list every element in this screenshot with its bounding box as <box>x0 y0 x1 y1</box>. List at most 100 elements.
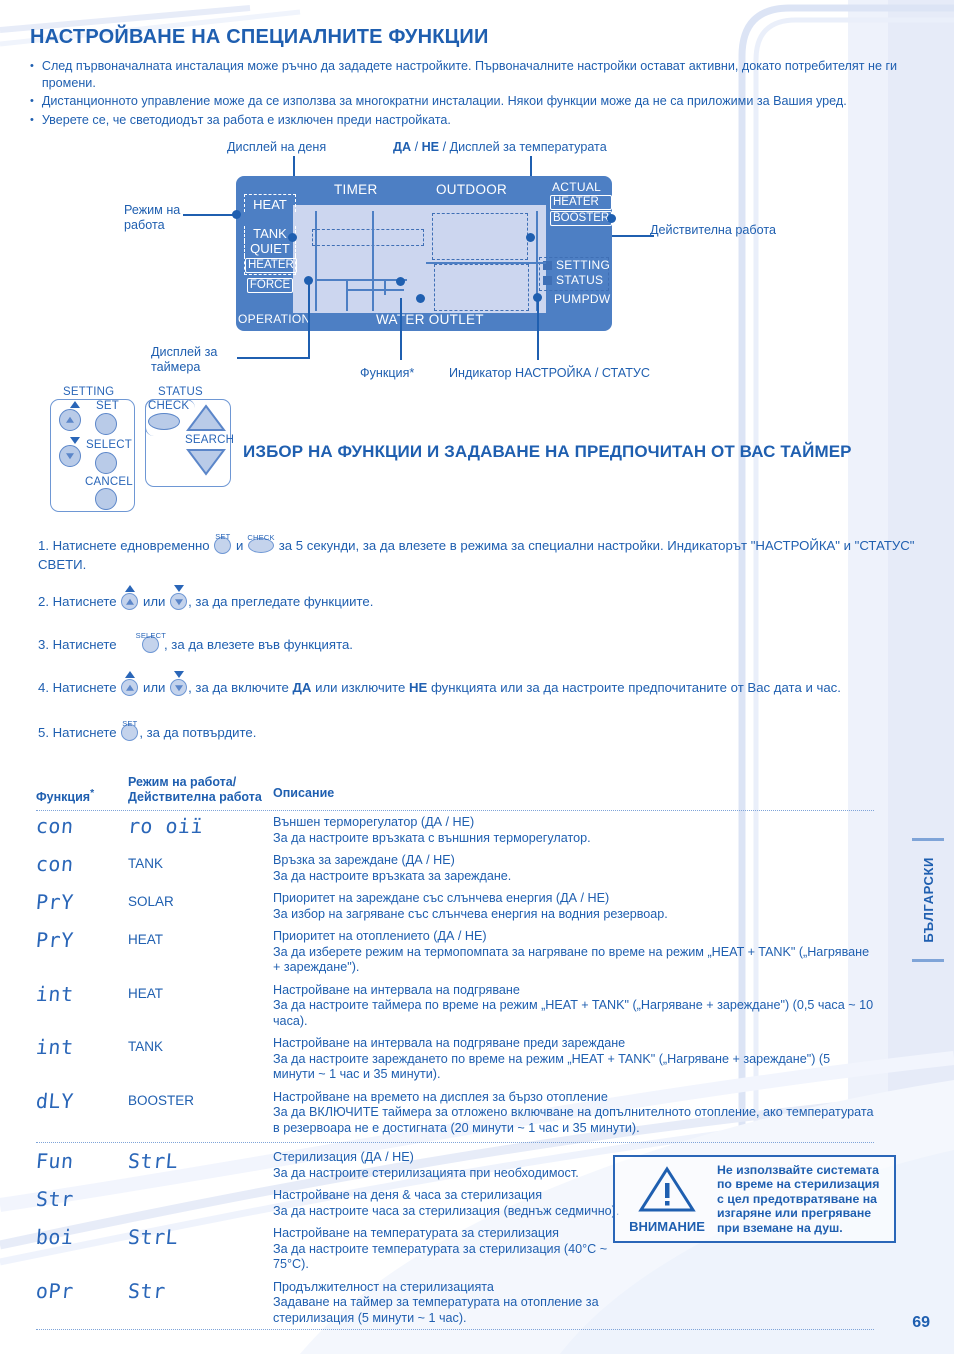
bullet-dot-icon: • <box>30 60 34 72</box>
cell-description: Настройване на интервала на подгряване п… <box>273 1036 874 1083</box>
step-2-text-a: 2. Натиснете <box>38 594 117 609</box>
description-body: За да настроите зареждането по време на … <box>273 1051 831 1082</box>
lcd-label-operation: OPERATION <box>238 312 311 326</box>
lcd-code-text: Str <box>34 1187 75 1212</box>
up-triangle-icon <box>70 401 80 408</box>
cell-function-code: boi <box>35 1225 128 1249</box>
set-button[interactable] <box>95 413 117 435</box>
column-header-mode: Режим на работа/ Действителна работа <box>128 775 262 804</box>
side-tab-rule-top <box>912 838 944 841</box>
callout-actual-operation: Действителна работа <box>650 223 776 237</box>
description-title: Приоритет на отоплението (ДА / НЕ) <box>273 929 487 944</box>
cell-description: Настройване на температурата за стерилиз… <box>273 1226 623 1273</box>
language-side-tab: БЪЛГАРСКИ <box>908 838 948 962</box>
callout-function: Функция* <box>360 366 415 380</box>
description-body: За да настроите стерилизацията при необх… <box>273 1165 579 1180</box>
cell-function-code: int <box>34 981 128 1006</box>
lcd-divider <box>426 262 546 264</box>
mode-text: TANK <box>128 856 164 872</box>
bullet-dot-icon: • <box>30 113 34 126</box>
select-button-inline[interactable]: SELECT <box>136 631 166 653</box>
lcd-label-quiet: QUIET <box>244 241 296 256</box>
down-button-inline[interactable] <box>170 585 188 610</box>
cancel-button[interactable] <box>95 488 117 510</box>
table-row: con TANK Връзка за зареждане (ДА / НЕ) За д… <box>34 849 874 887</box>
check-button-inline[interactable]: CHECK <box>247 533 274 553</box>
lcd-divider <box>346 289 404 291</box>
bullet-dot-icon: • <box>30 95 34 107</box>
step-3-text-b: , за да влезете във функцията. <box>163 637 353 652</box>
column-header-description: Описание <box>273 786 335 800</box>
up-triangle-icon <box>124 585 135 592</box>
lcd-code-text: PrY <box>34 890 75 915</box>
lcd-water-outlet-region <box>434 264 529 311</box>
step-4-text-d: функцията или за да настроите предпочита… <box>430 680 841 695</box>
step-4-text-b: , за да включите <box>188 680 289 695</box>
instruction-steps: 1. Натиснете едновременно SET и CHECK за… <box>38 532 928 756</box>
callout-yes: ДА <box>393 140 412 154</box>
callout-dot <box>526 233 535 242</box>
step-2-or: или <box>142 594 166 609</box>
search-label: SEARCH <box>185 434 235 446</box>
cell-function-code: PrY <box>34 890 128 915</box>
check-button[interactable] <box>148 413 180 430</box>
cell-function-code: oPr <box>35 1279 128 1303</box>
lcd-diagram: Дисплей на деня ДА / НЕ / Дисплей за тем… <box>0 140 954 390</box>
caution-box: ВНИМАНИЕ Не използвайте системата по вре… <box>613 1155 896 1243</box>
functions-table: Функция* Режим на работа/ Действителна р… <box>34 772 874 1331</box>
step-3: 3. Натиснете SELECT , за да влезете във … <box>38 631 928 654</box>
set-button-inline[interactable]: SET <box>214 532 232 554</box>
up-button-inline[interactable] <box>121 671 139 696</box>
callout-day-display: Дисплей на деня <box>227 140 327 154</box>
cell-description: Настройване на интервала на подгряване За… <box>273 983 874 1030</box>
table-row: int HEAT Настройване на интервала на подгр… <box>34 979 874 1033</box>
lcd-label-outdoor: OUTDOOR <box>436 182 508 197</box>
callout-no: НЕ <box>421 140 440 154</box>
cell-operation-mode: SOLAR <box>128 891 273 913</box>
lcd-actual-group: HEATER BOOSTER <box>550 195 613 226</box>
callout-temp-display-text: Дисплей за температурата <box>449 140 607 154</box>
remote-control-buttons: SETTING SET SELECT CANCEL STATUS CHECK S… <box>40 386 260 526</box>
side-tab-rule-bottom <box>912 959 944 962</box>
cell-function-code: dLY <box>35 1089 128 1113</box>
cell-description: Настройване на деня & часа за стерилизац… <box>273 1188 623 1219</box>
cell-description: Приоритет на отоплението (ДА / НЕ) За да … <box>273 929 874 976</box>
description-body: За да ВКЛЮЧИТЕ таймера за отложено включ… <box>273 1105 874 1135</box>
check-button-label: CHECK <box>148 400 190 412</box>
lcd-divider <box>372 211 374 311</box>
description-title: Приоритет на зареждане със слънчева енер… <box>273 891 610 906</box>
search-up-button[interactable] <box>186 404 226 432</box>
description-body: За да настроите температурата за стерили… <box>273 1241 608 1272</box>
select-button-label: SELECT <box>86 439 132 451</box>
intro-bullets: • След първоначалната инсталация може ръ… <box>30 58 910 130</box>
lcd-code-text: con <box>34 852 75 877</box>
set-button-inline[interactable]: SET <box>121 719 139 741</box>
down-button-inline[interactable] <box>170 671 188 696</box>
callout-dot <box>232 210 241 219</box>
section-title: ИЗБОР НА ФУНКЦИИ И ЗАДАВАНЕ НА ПРЕДПОЧИТ… <box>243 442 852 461</box>
callout-timer-display: Дисплей за таймера <box>151 345 218 374</box>
cell-operation-mode <box>128 1188 273 1206</box>
cell-function-code: con <box>34 852 128 877</box>
step-5-text-b: , за да потвърдите. <box>139 725 257 740</box>
up-arrow-icon <box>66 416 74 423</box>
setting-up-button[interactable] <box>59 409 81 431</box>
description-title: Настройване на времето на дисплея за бър… <box>273 1089 608 1104</box>
down-arrow-icon <box>66 453 74 460</box>
lcd-code-text: int <box>34 981 75 1006</box>
select-button[interactable] <box>95 452 117 474</box>
description-body: За да настроите часа за стерилизация (ве… <box>273 1203 620 1218</box>
cell-function-code: con <box>35 814 128 838</box>
leader-line <box>608 235 654 237</box>
lcd-divider <box>315 279 407 281</box>
search-down-button[interactable] <box>186 448 226 476</box>
up-button-inline[interactable] <box>121 585 139 610</box>
lcd-day-display-region <box>312 229 424 246</box>
mode-text: HEAT <box>128 985 164 1001</box>
setting-down-button[interactable] <box>59 445 81 467</box>
table-row: dLY BOOSTER Настройване на времето на дисп… <box>35 1086 874 1140</box>
mode-text: BOOSTER <box>128 1092 195 1108</box>
down-arrow-icon <box>174 684 183 691</box>
description-body: За да настроите връзката за зареждане. <box>273 868 512 883</box>
cell-function-code: PrY <box>35 928 128 952</box>
